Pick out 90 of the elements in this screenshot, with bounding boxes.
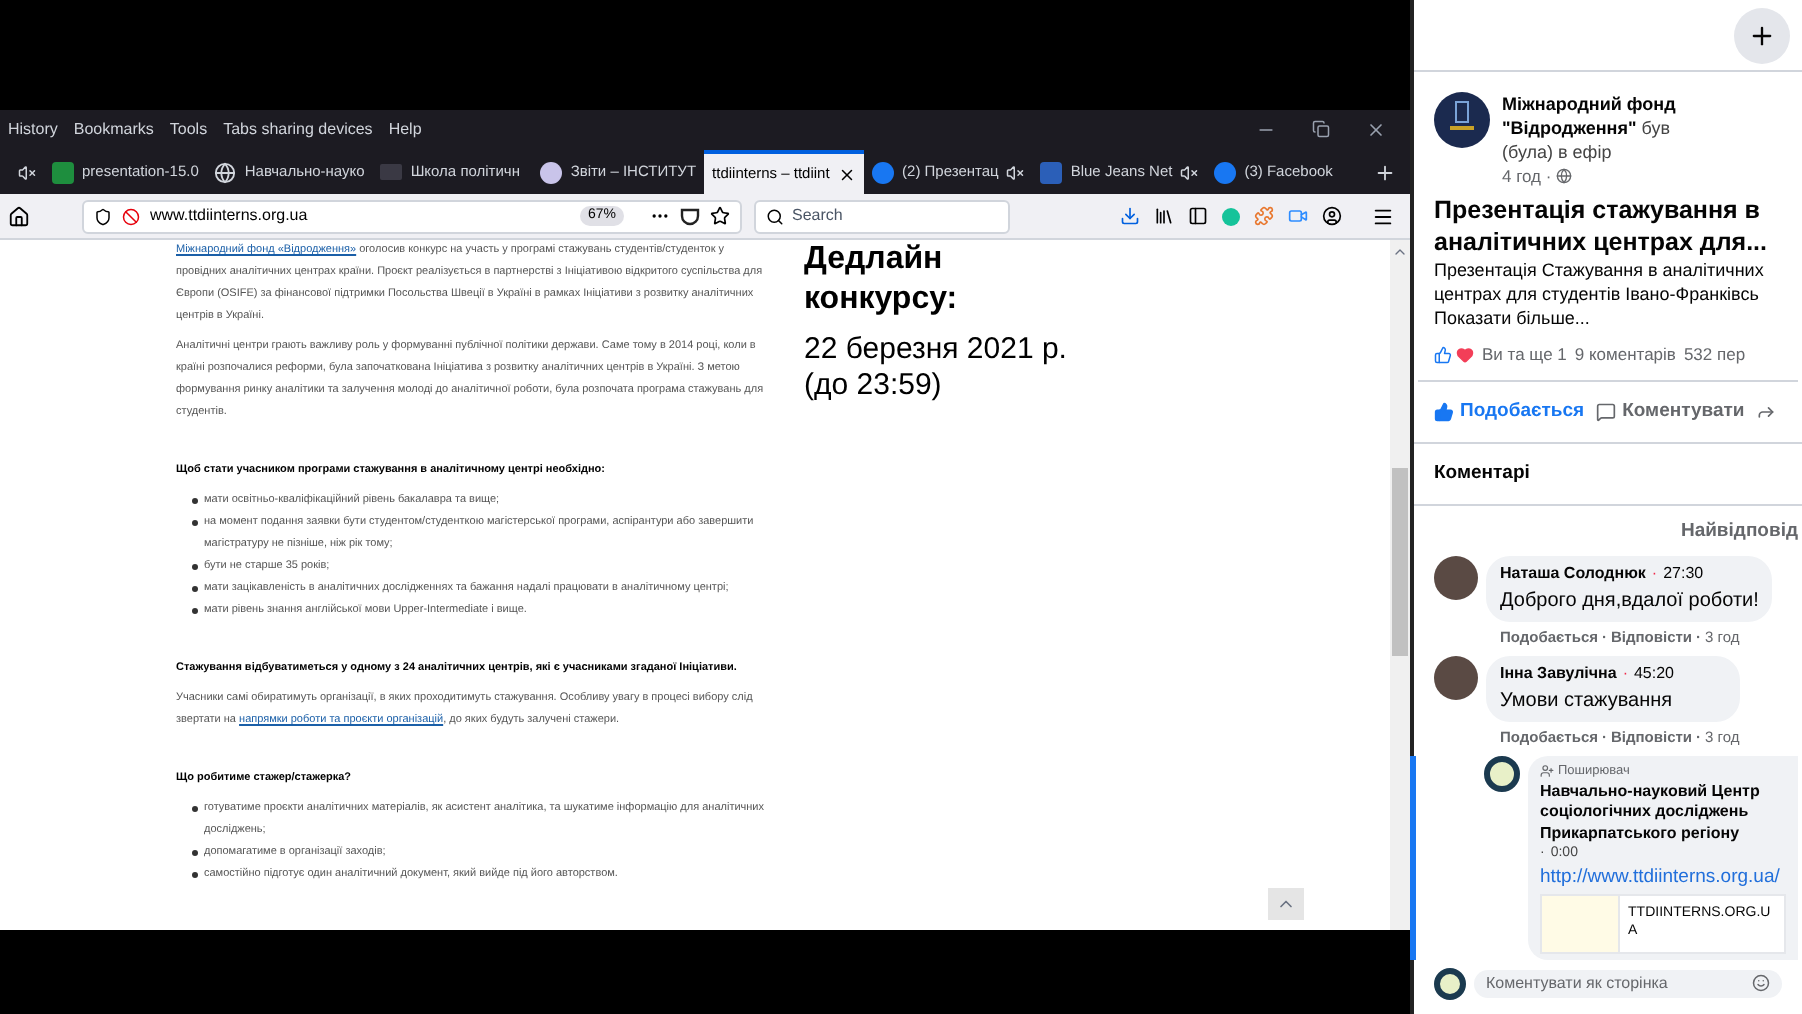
muted-speaker-icon[interactable] [18, 163, 36, 181]
chat-bubble-icon [540, 161, 563, 183]
share-icon[interactable] [1756, 401, 1777, 422]
bullet-icon [192, 564, 198, 570]
facebook-icon [872, 161, 895, 183]
page-icon [380, 164, 403, 180]
comment-button[interactable]: Коментувати [1596, 397, 1745, 426]
bullet-icon [192, 850, 198, 856]
extension-icon[interactable] [1254, 206, 1274, 226]
b-logo-icon [1040, 161, 1063, 183]
post-author[interactable]: Міжнародний фонд "Відродження" був (була) в ефір [1502, 92, 1722, 164]
search-placeholder: Search [792, 204, 843, 228]
menu-icon[interactable] [1372, 205, 1394, 227]
emoji-icon[interactable] [1752, 974, 1770, 993]
account-icon[interactable] [1322, 206, 1342, 226]
video-camera-icon[interactable] [1288, 206, 1308, 226]
bullet-icon [192, 586, 198, 592]
avatar-icon [1434, 655, 1478, 700]
pocket-icon[interactable] [680, 206, 700, 226]
page-avatar-icon [1434, 967, 1466, 1000]
views-count: 532 пер [1683, 342, 1746, 368]
muted-speaker-icon[interactable] [1180, 163, 1199, 181]
reply-author[interactable]: Навчально-науковий Центр соціологічних досліджень Прикарпатського регіону [1540, 781, 1786, 845]
menu-item[interactable]: Tabs sharing devices [223, 118, 373, 142]
restore-icon[interactable] [1312, 120, 1330, 138]
bullet-icon [192, 498, 198, 504]
like-reaction-icon [1434, 345, 1452, 364]
organization-logo-icon [1434, 92, 1490, 148]
search-field[interactable]: Search [754, 199, 1010, 233]
muted-speaker-icon[interactable] [1006, 163, 1025, 181]
menu-item[interactable]: Help [388, 118, 422, 142]
bullet-icon [192, 872, 198, 878]
speech-bubble-icon [1596, 401, 1617, 422]
bullet-icon [192, 520, 198, 526]
bullet-icon [192, 806, 198, 812]
shield-icon[interactable] [94, 207, 112, 225]
post-description: центрах для студентів Івано-Франківсь [1434, 282, 1761, 306]
menu-item[interactable]: Tools [169, 118, 208, 142]
home-icon[interactable] [8, 205, 30, 227]
spreadsheet-icon [52, 161, 74, 183]
thumbs-up-icon [1434, 401, 1454, 422]
scrollbar-track[interactable] [1390, 240, 1410, 930]
deadline-time: (до 23:59) [804, 368, 944, 404]
reactions-text[interactable]: Ви та ще 1 [1482, 342, 1567, 368]
reply-link[interactable]: http://www.ttdiinterns.org.ua/ [1540, 865, 1786, 888]
blocked-icon[interactable] [122, 207, 140, 225]
menu-item[interactable]: Bookmarks [73, 118, 154, 142]
comment-input-field[interactable]: Коментувати як сторінка [1474, 969, 1782, 998]
show-more-link[interactable]: Показати більше... [1434, 306, 1782, 330]
star-icon[interactable] [710, 206, 730, 226]
comments-heading: Коментарі [1414, 444, 1802, 507]
comment-author[interactable]: Інна Завулічна [1500, 661, 1617, 686]
comments-count[interactable]: 9 коментарів [1574, 342, 1676, 368]
scroll-up-icon[interactable] [1392, 244, 1408, 260]
heart-reaction-icon [1456, 345, 1474, 364]
close-tab-icon[interactable] [838, 165, 857, 183]
download-icon[interactable] [1120, 206, 1140, 226]
video-timestamp[interactable]: 45:20 [1633, 661, 1675, 686]
sidebar-icon[interactable] [1188, 206, 1208, 226]
url-text: www.ttdiinterns.org.ua [150, 204, 308, 228]
create-button[interactable] [1734, 7, 1790, 63]
deadline-title: Дедлайн конкурсу: [804, 240, 960, 320]
center-logo-icon [1484, 756, 1520, 792]
sort-option[interactable]: Найвідповід [1414, 506, 1802, 547]
deadline-date: 22 березня 2021 р. [804, 332, 1069, 368]
comment-text: Умови стажування [1500, 687, 1675, 716]
plus-icon [1748, 21, 1776, 49]
comment-input-placeholder: Коментувати як сторінка [1486, 971, 1668, 996]
globe-icon [1555, 168, 1572, 184]
scrollbar-thumb[interactable] [1392, 468, 1408, 656]
separator-dot: · [1622, 661, 1628, 686]
close-icon[interactable] [1366, 120, 1386, 140]
comment-author[interactable]: Наташа Солоднюк [1500, 561, 1646, 585]
search-icon [766, 207, 784, 225]
avatar-icon [1434, 555, 1478, 599]
new-tab-icon[interactable] [1374, 161, 1397, 183]
post-description: Презентація Стажування в аналітичних [1434, 258, 1766, 282]
facebook-icon [1214, 161, 1237, 183]
bullet-icon [192, 608, 198, 614]
library-icon[interactable] [1154, 206, 1174, 226]
like-button[interactable]: Подобається [1434, 397, 1585, 426]
globe-icon [214, 161, 237, 183]
separator-dot: · [1651, 561, 1658, 585]
post-time: 4 год · [1502, 164, 1552, 188]
video-timestamp[interactable]: 27:30 [1663, 561, 1704, 585]
preview-image [1542, 895, 1621, 952]
comment-text: Доброго дня,вдалої роботи! [1500, 587, 1759, 615]
post-title: Презентація стажування в аналітичних центрах для... [1432, 194, 1769, 258]
menu-item[interactable]: History [8, 118, 58, 142]
person-plus-icon [1540, 764, 1554, 779]
